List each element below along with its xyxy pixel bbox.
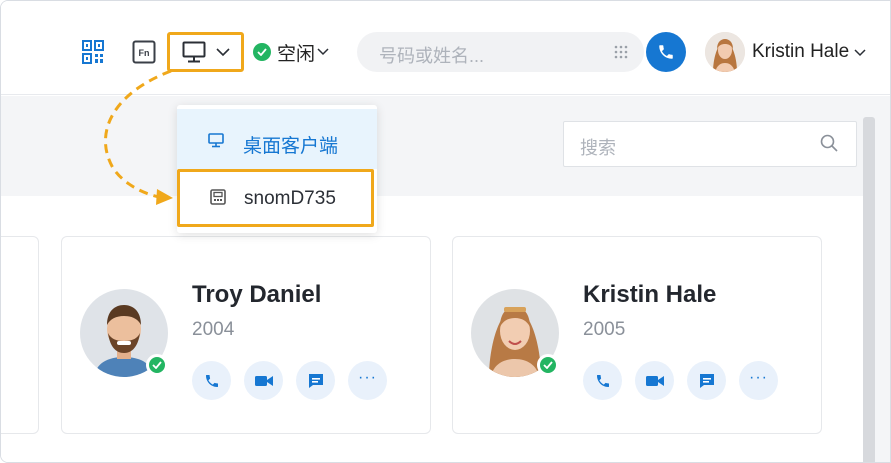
search-icon <box>820 134 838 152</box>
contact-card[interactable]: Troy Daniel 2004 ··· <box>61 236 431 434</box>
phone-icon <box>659 45 673 59</box>
contact-actions: ··· <box>192 361 387 400</box>
user-menu[interactable]: Kristin Hale <box>752 41 866 63</box>
call-button[interactable] <box>646 32 686 72</box>
chevron-down-icon <box>317 48 329 56</box>
user-avatar[interactable] <box>705 32 745 72</box>
presence-status-selector[interactable]: 空闲 <box>253 38 329 66</box>
contact-card[interactable]: Kristin Hale 2005 ··· <box>452 236 822 434</box>
call-contact-button[interactable] <box>192 361 231 400</box>
annotation-arrow <box>104 69 173 205</box>
dialpad-icon[interactable] <box>613 44 629 60</box>
more-options-button[interactable]: ··· <box>739 361 778 400</box>
dial-search-input[interactable]: 号码或姓名... <box>357 32 644 72</box>
device-option-snom[interactable]: snomD735 <box>177 169 374 227</box>
device-option-desktop-client[interactable]: 桌面客户端 <box>177 109 377 169</box>
vertical-scrollbar[interactable] <box>863 117 875 462</box>
message-button[interactable] <box>687 361 726 400</box>
desktop-monitor-icon <box>182 41 205 63</box>
online-status-icon <box>537 354 559 376</box>
contact-name: Kristin Hale <box>583 281 717 308</box>
presence-status-label: 空闲 <box>277 43 316 65</box>
video-call-button[interactable] <box>244 361 283 400</box>
more-options-button[interactable]: ··· <box>348 361 387 400</box>
contact-search-placeholder: 搜索 <box>580 138 616 158</box>
chat-bubble-icon <box>699 373 714 388</box>
function-keys-button[interactable]: Fn <box>132 40 156 64</box>
user-name-label: Kristin Hale <box>752 41 850 62</box>
qr-code-button[interactable] <box>81 39 105 65</box>
contact-extension: 2004 <box>192 319 235 340</box>
video-camera-icon <box>254 375 273 386</box>
online-status-icon <box>146 354 168 376</box>
device-option-label: 桌面客户端 <box>243 136 339 157</box>
qr-code-icon <box>82 40 104 64</box>
video-camera-icon <box>645 375 664 386</box>
contact-actions: ··· <box>583 361 778 400</box>
fn-label: Fn <box>139 48 150 58</box>
app-window: Fn 空闲 号码或姓名... Kristin Hale 搜索 Troy Dani… <box>0 0 891 463</box>
phone-icon <box>205 374 218 387</box>
phone-icon <box>596 374 609 387</box>
desk-phone-icon <box>210 189 226 205</box>
video-call-button[interactable] <box>635 361 674 400</box>
fn-key-icon: Fn <box>132 40 156 64</box>
message-button[interactable] <box>296 361 335 400</box>
contact-search-input[interactable]: 搜索 <box>563 121 857 167</box>
device-option-label: snomD735 <box>244 188 336 209</box>
contact-name: Troy Daniel <box>192 281 322 308</box>
desktop-monitor-icon <box>208 133 224 148</box>
call-contact-button[interactable] <box>583 361 622 400</box>
contact-card-partial[interactable] <box>1 236 39 434</box>
ellipsis-icon: ··· <box>749 368 768 386</box>
available-status-icon <box>253 43 271 61</box>
contact-extension: 2005 <box>583 319 626 340</box>
chevron-down-icon <box>215 47 230 56</box>
chevron-down-icon <box>854 49 866 57</box>
chat-bubble-icon <box>308 373 323 388</box>
ellipsis-icon: ··· <box>358 368 377 386</box>
dial-search-placeholder: 号码或姓名... <box>379 46 485 66</box>
